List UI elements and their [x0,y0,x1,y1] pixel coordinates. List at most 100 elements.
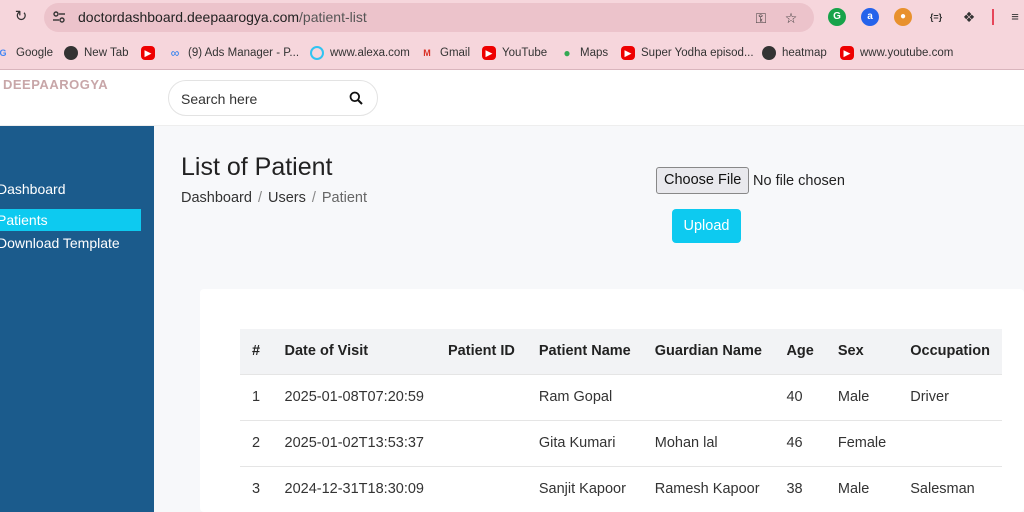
table-cell: 2 [240,419,273,466]
table-cell: 38 [774,465,826,512]
table-row[interactable]: 1 2025-01-08T07:20:59 Ram Gopal 40 Male … [240,373,1002,420]
patient-table: # Date of Visit Patient ID Patient Name … [240,329,1002,512]
search-box[interactable] [168,80,378,116]
table-cell: Ram Gopal [526,373,643,420]
table-cell [642,373,775,420]
reading-list-icon[interactable]: ≡ [1006,8,1024,26]
table-cell: 2024-12-31T18:30:09 [272,465,436,512]
browser-toolbar: ↻ doctordashboard.deepaarogya.com/patien… [0,0,1024,36]
youtube-icon: ▶ [621,46,635,60]
globe-icon [64,46,78,60]
sidebar: Dashboard Patients Download Template [0,126,154,512]
column-header[interactable]: Sex [825,329,899,374]
sidebar-item-dashboard[interactable]: Dashboard [0,178,141,200]
table-row[interactable]: 3 2024-12-31T18:30:09 Sanjit Kapoor Rame… [240,465,1002,512]
table-cell: 3 [240,465,273,512]
youtube-icon: ▶ [840,46,854,60]
column-header[interactable]: Occupation [898,329,1002,374]
bookmark-heatmap[interactable]: heatmap [762,44,827,62]
table-header-row: # Date of Visit Patient ID Patient Name … [240,329,1002,374]
toolbar-divider [992,9,994,25]
extension-bot-icon[interactable]: ● [894,8,912,26]
bookmark-youtube-com[interactable]: ▶ www.youtube.com [840,44,953,62]
bookmark-youtube-2[interactable]: ▶ YouTube [482,44,547,62]
table-cell: Salesman [898,465,1002,512]
table-cell: Mohan lal [642,419,775,466]
bookmark-label: www.alexa.com [330,47,410,59]
table-cell: 1 [240,373,273,420]
table-cell: 2025-01-08T07:20:59 [272,373,436,420]
column-header[interactable]: # [240,329,273,374]
choose-file-button[interactable]: Choose File [656,167,750,194]
google-icon: G [0,48,7,58]
extension-a-icon[interactable]: a [861,8,879,26]
column-header[interactable]: Patient ID [436,329,527,374]
maps-pin-icon: ● [563,46,571,60]
column-header[interactable]: Patient Name [526,329,643,374]
column-header[interactable]: Age [774,329,826,374]
breadcrumb-users[interactable]: Users [268,190,306,206]
bookmark-label: (9) Ads Manager - P... [188,47,300,59]
table-row[interactable]: 2 2025-01-02T13:53:37 Gita Kumari Mohan … [240,419,1002,466]
bookmark-label: New Tab [84,47,129,59]
main-content: List of Patient Dashboard / Users / Patient … [154,126,1024,512]
table-cell: 46 [774,419,826,466]
bookmark-label: Super Yodha episod... [641,47,754,59]
sidebar-item-label: Dashboard [0,181,66,197]
table-cell: 2025-01-02T13:53:37 [272,419,436,466]
gmail-icon: M [423,48,431,58]
url-text[interactable]: doctordashboard.deepaarogya.com/patient-… [78,9,367,25]
breadcrumb-separator: / [257,190,262,206]
bookmark-google[interactable]: G Google [0,44,53,62]
column-header[interactable]: Guardian Name [642,329,775,374]
extensions-puzzle-icon[interactable]: ❖ [960,8,978,26]
bookmark-maps[interactable]: ● Maps [560,44,608,62]
sidebar-item-download-template[interactable]: Download Template [0,232,141,254]
search-input[interactable] [181,89,341,109]
address-bar[interactable]: doctordashboard.deepaarogya.com/patient-… [44,3,814,32]
url-host: doctordashboard.deepaarogya.com [78,9,300,25]
sidebar-item-label: Download Template [0,235,120,251]
bookmark-gmail[interactable]: M Gmail [420,44,470,62]
url-path: /patient-list [299,9,367,25]
table-cell [436,465,527,512]
site-settings-icon[interactable] [52,10,68,25]
table-cell [898,419,1002,466]
app-logo[interactable]: DEEPAAROGYA [3,77,108,92]
bookmark-youtube-1[interactable]: ▶ [141,44,161,62]
table-cell: Gita Kumari [526,419,643,466]
bookmark-new-tab[interactable]: New Tab [64,44,129,62]
bookmark-super-yodha[interactable]: ▶ Super Yodha episod... [621,44,754,62]
column-header[interactable]: Date of Visit [272,329,436,374]
sidebar-item-label: Patients [0,212,48,228]
grammarly-icon[interactable]: G [828,8,846,26]
bookmark-label: YouTube [502,47,548,59]
json-extension-icon[interactable]: {=} [927,8,945,26]
bookmark-label: Google [16,47,54,59]
search-icon[interactable] [349,91,363,105]
table-cell: 40 [774,373,826,420]
table-cell: Driver [898,373,1002,420]
reload-icon[interactable]: ↻ [12,8,30,26]
table-cell: Sanjit Kapoor [526,465,643,512]
bookmarks-bar: G Google New Tab ▶ ∞ (9) Ads Manager - P..… [0,36,1024,70]
youtube-icon: ▶ [141,46,155,60]
breadcrumb: Dashboard / Users / Patient [181,190,367,206]
bookmark-alexa[interactable]: www.alexa.com [310,44,410,62]
table-cell [436,373,527,420]
bookmark-ads-manager[interactable]: ∞ (9) Ads Manager - P... [168,44,299,62]
table-cell: Ramesh Kapoor [642,465,775,512]
file-status: No file chosen [753,173,845,189]
password-key-icon[interactable]: ⚿ [752,9,770,27]
table-cell: Male [825,465,899,512]
globe-icon [762,46,776,60]
bookmark-star-icon[interactable]: ☆ [782,9,800,27]
table-cell [436,419,527,466]
bookmark-label: heatmap [782,47,827,59]
breadcrumb-separator: / [311,190,316,206]
page-title: List of Patient [181,153,333,181]
table-cell: Male [825,373,899,420]
sidebar-item-patients[interactable]: Patients [0,209,141,231]
upload-button[interactable]: Upload [672,209,741,243]
breadcrumb-dashboard[interactable]: Dashboard [181,190,252,206]
